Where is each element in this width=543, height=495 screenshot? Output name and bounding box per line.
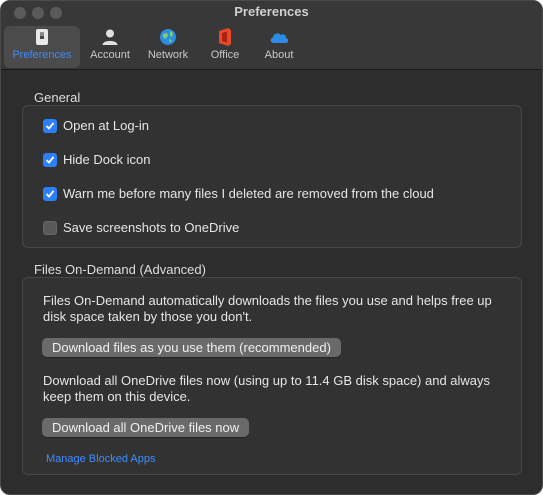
warn-deleted-files-label: Warn me before many files I deleted are …: [63, 186, 434, 201]
hide-dock-icon-label: Hide Dock icon: [63, 152, 151, 167]
open-at-login-checkbox[interactable]: [43, 118, 57, 133]
tab-about-label: About: [264, 49, 294, 61]
onedrive-cloud-icon: [268, 27, 290, 47]
tab-preferences-label: Preferences: [12, 49, 72, 61]
tab-about[interactable]: About: [257, 26, 301, 68]
preferences-switch-icon: [31, 27, 53, 47]
checkmark-icon: [45, 155, 55, 164]
option-hide-dock-icon[interactable]: Hide Dock icon: [43, 152, 150, 167]
files-on-demand-description: Files On-Demand automatically downloads …: [43, 293, 492, 324]
tab-account-label: Account: [90, 49, 130, 61]
option-open-at-login[interactable]: Open at Log-in: [43, 118, 149, 133]
tab-network[interactable]: Network: [143, 26, 193, 68]
open-at-login-label: Open at Log-in: [63, 118, 150, 133]
tab-preferences[interactable]: Preferences: [4, 26, 80, 68]
download-all-description: Download all OneDrive files now (using u…: [43, 373, 491, 404]
save-screenshots-label: Save screenshots to OneDrive: [63, 220, 240, 235]
warn-deleted-files-checkbox[interactable]: [43, 186, 57, 201]
files-on-demand-section-title: Files On-Demand (Advanced): [34, 262, 206, 277]
person-icon: [99, 27, 121, 47]
office-logo-icon: [214, 27, 236, 47]
option-warn-deleted-files[interactable]: Warn me before many files I deleted are …: [43, 186, 434, 201]
general-section-title: General: [34, 90, 81, 105]
tab-office-label: Office: [210, 49, 240, 61]
download-as-used-button[interactable]: Download files as you use them (recommen…: [42, 338, 341, 357]
option-save-screenshots[interactable]: Save screenshots to OneDrive: [43, 220, 239, 235]
tab-network-label: Network: [147, 49, 189, 61]
manage-blocked-apps-link[interactable]: Manage Blocked Apps: [46, 453, 155, 465]
preferences-window: Preferences Preferences Account Network …: [0, 0, 543, 495]
hide-dock-icon-checkbox[interactable]: [43, 152, 57, 167]
window-title: Preferences: [234, 4, 309, 19]
toolbar: Preferences Preferences Account Network …: [1, 1, 542, 70]
globe-network-icon: [157, 27, 179, 47]
tab-account[interactable]: Account: [85, 26, 135, 68]
checkmark-icon: [45, 189, 55, 198]
checkmark-icon: [45, 121, 55, 130]
download-all-button[interactable]: Download all OneDrive files now: [42, 418, 250, 437]
save-screenshots-checkbox[interactable]: [43, 220, 57, 235]
tab-office[interactable]: Office: [203, 26, 247, 68]
